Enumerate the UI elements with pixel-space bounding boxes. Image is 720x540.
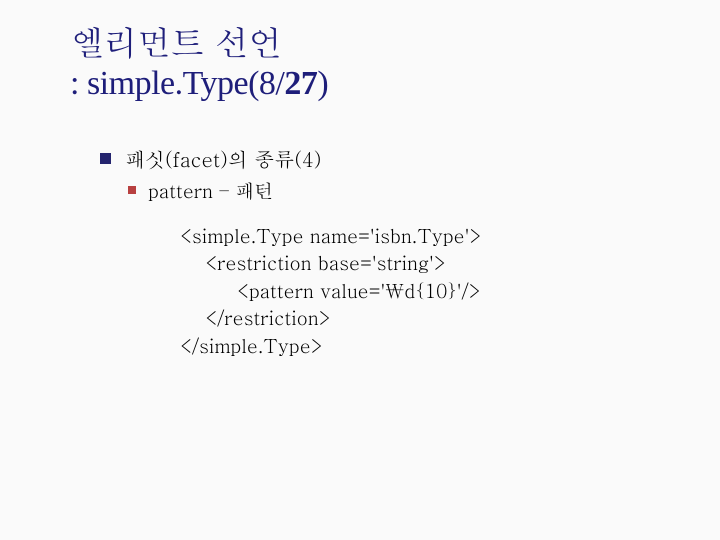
bullet-level-1: 패싯(facet)의 종류(4) bbox=[100, 145, 660, 172]
code-line-3: <pattern value='\d{10}'/> bbox=[180, 277, 481, 304]
code-block: <simple.Type name='isbn.Type'> <restrict… bbox=[180, 222, 660, 360]
bullet-small-square-icon bbox=[128, 186, 136, 194]
slide: 엘리먼트 선언 : simple.Type(8/27) 패싯(facet)의 종… bbox=[0, 0, 720, 540]
bullet-level-2: pattern – 패턴 bbox=[128, 178, 660, 204]
code-line-1: <simple.Type name='isbn.Type'> bbox=[180, 222, 481, 249]
title-bold-number: 27 bbox=[284, 65, 317, 102]
code-line-5: </simple.Type> bbox=[180, 332, 323, 359]
code-line-2: <restriction base='string'> bbox=[180, 249, 446, 276]
title-suffix: ) bbox=[317, 65, 328, 102]
title-line-1: 엘리먼트 선언 bbox=[70, 20, 660, 63]
bullet-square-icon bbox=[100, 153, 111, 164]
bullet-level-2-text: pattern – 패턴 bbox=[148, 178, 273, 204]
slide-title: 엘리먼트 선언 : simple.Type(8/27) bbox=[70, 20, 660, 105]
code-line-4: </restriction> bbox=[180, 304, 331, 331]
content-area: 패싯(facet)의 종류(4) pattern – 패턴 <simple.Ty… bbox=[100, 145, 660, 359]
bullet-level-1-text: 패싯(facet)의 종류(4) bbox=[125, 145, 321, 172]
title-prefix: : simple.Type(8/ bbox=[70, 65, 284, 102]
title-line-2: : simple.Type(8/27) bbox=[70, 63, 660, 106]
